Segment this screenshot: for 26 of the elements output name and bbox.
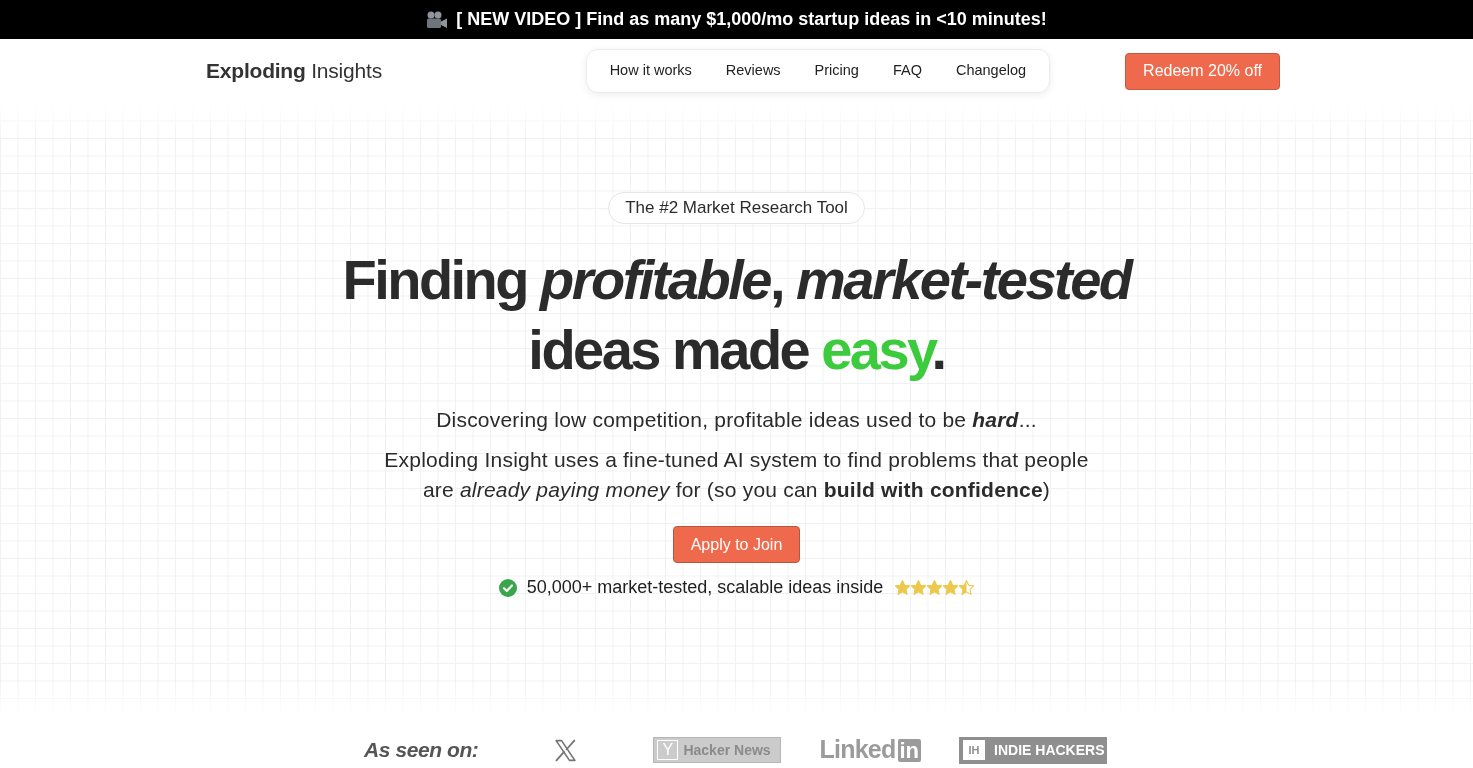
headline: Finding profitable, market-tested ideas made easy. bbox=[342, 247, 1131, 383]
nav-link[interactable]: Reviews bbox=[708, 56, 798, 86]
check-circle-icon bbox=[498, 578, 517, 597]
logo-text: Hacker News bbox=[683, 740, 771, 760]
logo-text: Linked bbox=[819, 734, 896, 766]
description-text: Exploding Insight uses a fine-tuned AI system to find problems that people are already paying money for (so you can build with confidence) bbox=[383, 447, 1090, 503]
tagline-badge: The #2 Market Research Tool bbox=[608, 192, 865, 224]
star-icon bbox=[895, 580, 911, 595]
star-icon bbox=[911, 580, 927, 595]
brand-logo[interactable]: Exploding Insights bbox=[206, 55, 382, 87]
logo-mark: in bbox=[897, 738, 922, 762]
movie-camera-icon bbox=[426, 10, 449, 29]
star-icon bbox=[927, 580, 943, 595]
announcement-text[interactable]: [ NEW VIDEO ] Find as many $1,000/mo startup ideas in <10 minutes! bbox=[456, 6, 1047, 33]
logo-text: INDIE HACKERS bbox=[994, 740, 1105, 760]
logo-mark: IH bbox=[963, 740, 986, 760]
nav-link[interactable]: Pricing bbox=[797, 56, 876, 86]
half-star-icon bbox=[959, 580, 975, 595]
star-icon bbox=[943, 580, 959, 595]
social-proof-text: 50,000+ market-tested, scalable ideas inside bbox=[526, 576, 884, 599]
nav-link[interactable]: Changelog bbox=[938, 56, 1044, 86]
as-seen-on-label: As seen on: bbox=[364, 737, 479, 764]
nav-link[interactable]: How it works bbox=[592, 56, 709, 86]
subtitle-text: Discovering low competition, profitable ideas used to be hard... bbox=[436, 407, 1037, 433]
x-logo-icon bbox=[553, 737, 579, 763]
nav-link[interactable]: FAQ bbox=[875, 56, 939, 86]
